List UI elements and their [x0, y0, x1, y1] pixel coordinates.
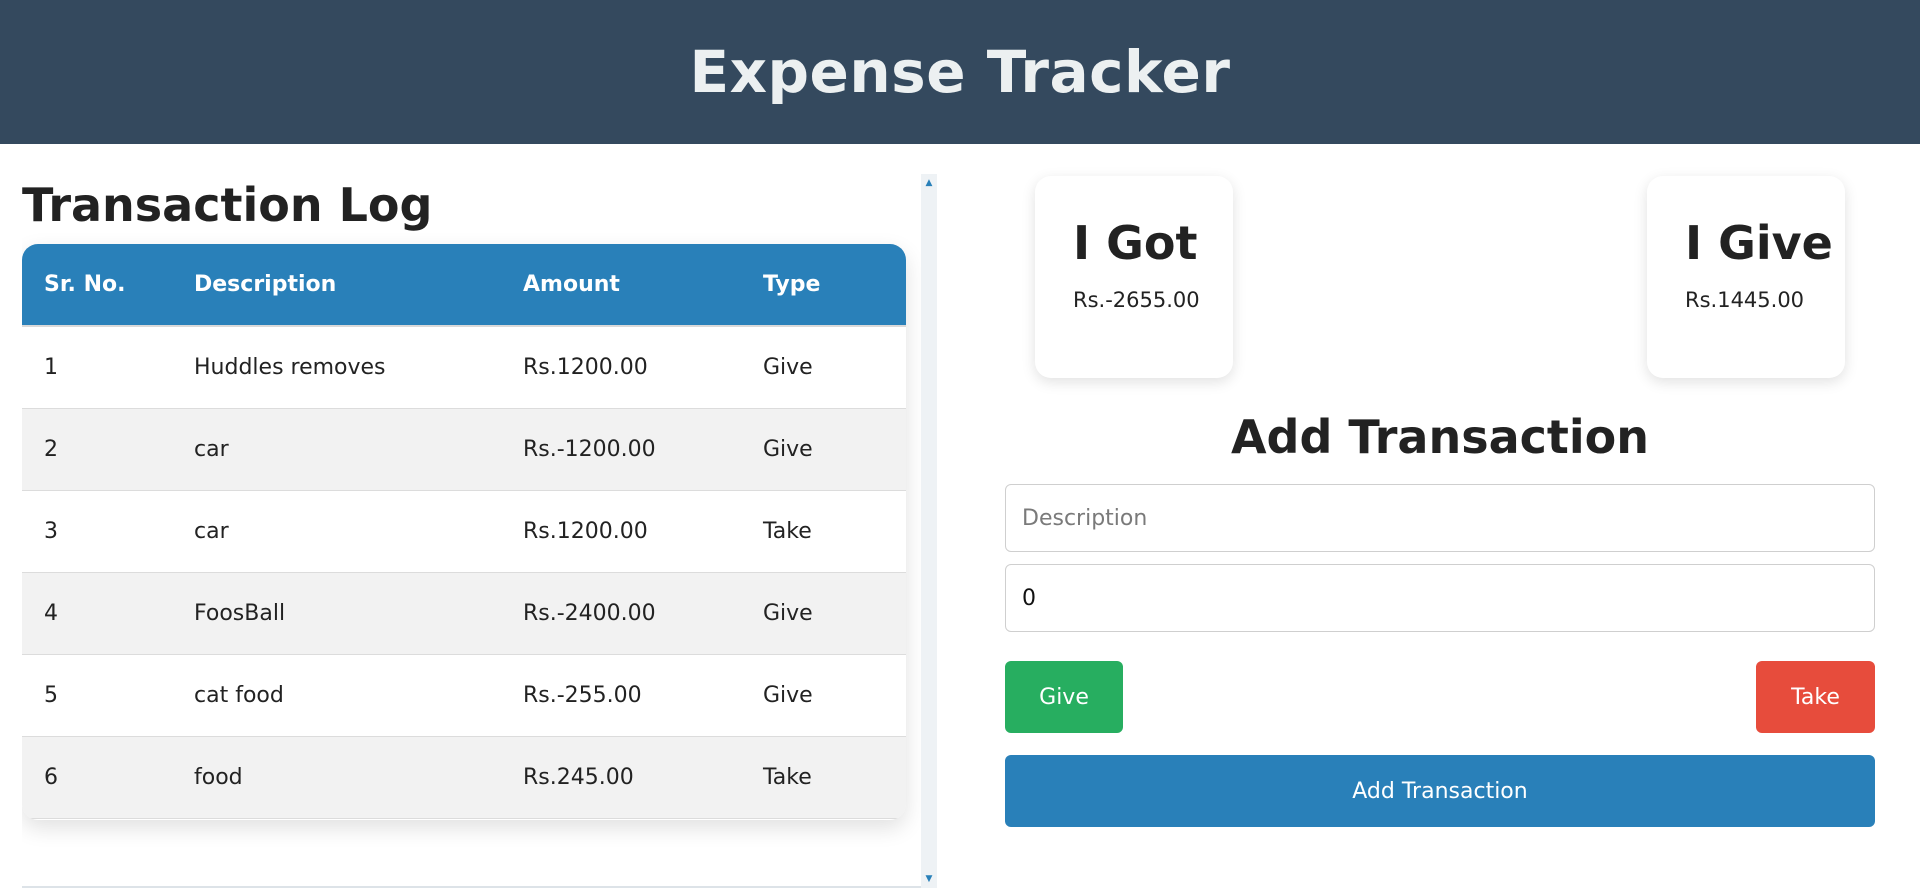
cell-type: Give [763, 408, 906, 491]
cell-amount: Rs.-255.00 [523, 654, 763, 737]
column-header-amount: Amount [523, 244, 763, 327]
table-row: 1 Huddles removes Rs.1200.00 Give [22, 326, 906, 409]
cell-amount: Rs.1200.00 [523, 490, 763, 573]
cell-description: car [194, 490, 523, 573]
app-header: Expense Tracker [0, 0, 1920, 144]
column-header-sr-no: Sr. No. [22, 244, 194, 327]
column-header-description: Description [194, 244, 523, 327]
cell-amount: Rs.245.00 [523, 736, 763, 819]
cell-sr-no: 6 [22, 736, 194, 819]
amount-input[interactable] [1005, 564, 1875, 632]
table-row: 3 car Rs.1200.00 Take [22, 490, 906, 573]
column-header-type: Type [763, 244, 906, 327]
i-give-label: I Give [1685, 216, 1833, 270]
table-row: 2 car Rs.-1200.00 Give [22, 408, 906, 491]
cell-description: Huddles removes [194, 326, 523, 409]
i-give-summary-card: I Give Rs.1445.00 [1647, 176, 1845, 378]
cell-description: car [194, 408, 523, 491]
i-got-label: I Got [1073, 216, 1198, 270]
cell-type: Give [763, 654, 906, 737]
cell-amount: Rs.-2400.00 [523, 572, 763, 655]
i-give-amount: Rs.1445.00 [1685, 288, 1805, 312]
transaction-table: Sr. No. Description Amount Type 1 Huddle… [22, 244, 906, 819]
add-transaction-button[interactable]: Add Transaction [1005, 755, 1875, 827]
scroll-thumb[interactable] [924, 192, 934, 868]
scroll-up-arrow-icon[interactable]: ▲ [921, 176, 937, 190]
transaction-table-container: Sr. No. Description Amount Type 1 Huddle… [22, 244, 906, 820]
table-row: 4 FoosBall Rs.-2400.00 Give [22, 572, 906, 655]
i-got-amount: Rs.-2655.00 [1073, 288, 1200, 312]
cell-sr-no: 4 [22, 572, 194, 655]
cell-type: Take [763, 490, 906, 573]
description-input[interactable] [1005, 484, 1875, 552]
transaction-log-title: Transaction Log [22, 178, 433, 232]
take-button[interactable]: Take [1756, 661, 1875, 733]
table-header-row: Sr. No. Description Amount Type [22, 244, 906, 327]
cell-description: food [194, 736, 523, 819]
cell-sr-no: 3 [22, 490, 194, 573]
cell-amount: Rs.-1200.00 [523, 408, 763, 491]
add-transaction-title: Add Transaction [1230, 410, 1650, 464]
cell-type: Give [763, 572, 906, 655]
cell-sr-no: 2 [22, 408, 194, 491]
transaction-log-panel: Transaction Log Sr. No. Description Amou… [22, 174, 938, 888]
cell-type: Take [763, 736, 906, 819]
cell-description: cat food [194, 654, 523, 737]
cell-description: FoosBall [194, 572, 523, 655]
i-got-summary-card: I Got Rs.-2655.00 [1035, 176, 1233, 378]
app-title: Expense Tracker [689, 38, 1231, 106]
cell-sr-no: 5 [22, 654, 194, 737]
panel-divider [22, 886, 922, 888]
scroll-down-arrow-icon[interactable]: ▼ [921, 872, 937, 886]
log-scrollbar[interactable]: ▲ ▼ [921, 174, 937, 888]
cell-amount: Rs.1200.00 [523, 326, 763, 409]
cell-type: Give [763, 326, 906, 409]
give-button[interactable]: Give [1005, 661, 1123, 733]
table-row: 5 cat food Rs.-255.00 Give [22, 654, 906, 737]
cell-sr-no: 1 [22, 326, 194, 409]
table-row: 6 food Rs.245.00 Take [22, 736, 906, 819]
